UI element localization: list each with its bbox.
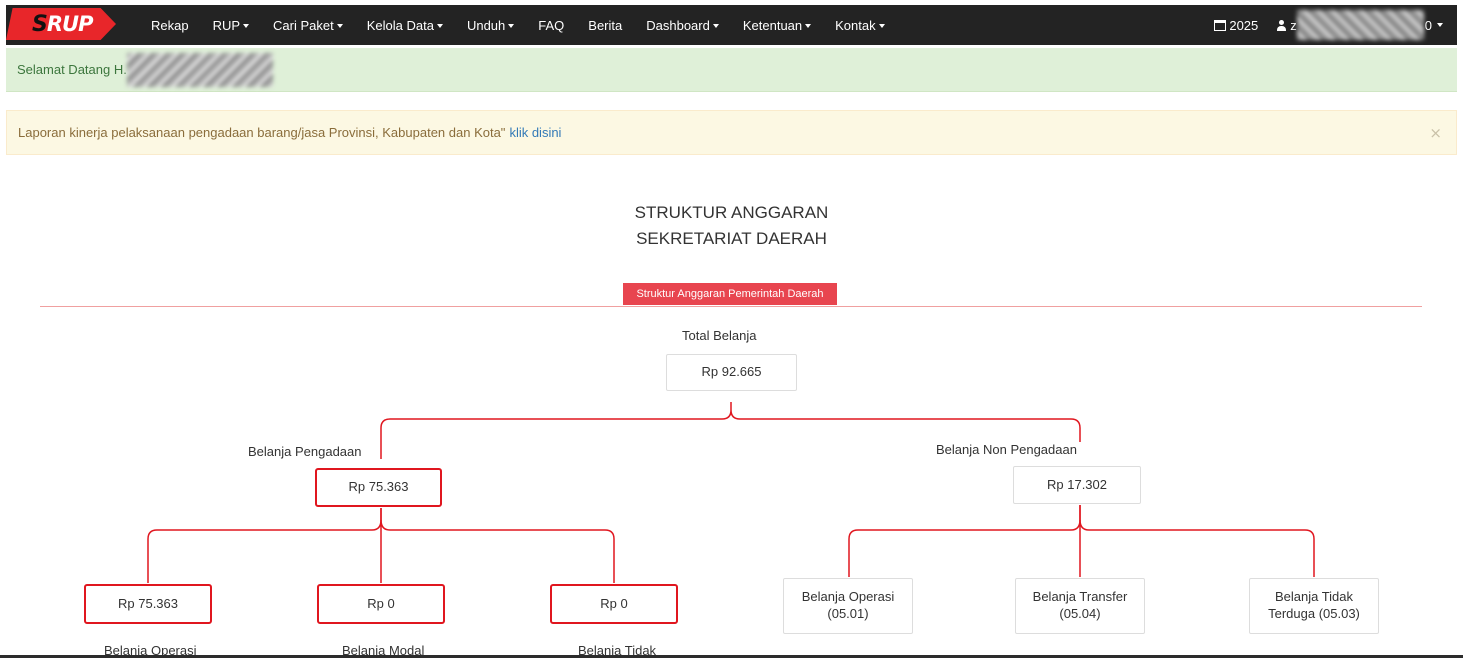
belanja-tidak-box[interactable]: Rp 0 — [550, 584, 678, 624]
box-line2: (05.04) — [1059, 606, 1101, 621]
total-belanja-box[interactable]: Rp 92.665 — [666, 354, 797, 391]
box-line2: (05.01) — [827, 606, 869, 621]
belanja-non-pengadaan-label: Belanja Non Pengadaan — [936, 442, 1077, 457]
belanja-non-pengadaan-box[interactable]: Rp 17.302 — [1013, 466, 1141, 504]
belanja-transfer-0504-box[interactable]: Belanja Transfer (05.04) — [1015, 578, 1145, 634]
belanja-modal-box[interactable]: Rp 0 — [317, 584, 445, 624]
box-line1: Belanja Transfer — [1032, 589, 1128, 605]
belanja-operasi-0501-box[interactable]: Belanja Operasi (05.01) — [783, 578, 913, 634]
box-line2: Terduga (05.03) — [1268, 606, 1360, 621]
total-belanja-label: Total Belanja — [682, 328, 757, 343]
box-line1: Belanja Operasi — [801, 589, 895, 605]
box-line1: Belanja Tidak — [1274, 589, 1354, 605]
belanja-pengadaan-box[interactable]: Rp 75.363 — [315, 468, 442, 507]
belanja-tidak-terduga-0503-box[interactable]: Belanja Tidak Terduga (05.03) — [1249, 578, 1379, 634]
belanja-pengadaan-label: Belanja Pengadaan — [248, 444, 362, 459]
belanja-operasi-box[interactable]: Rp 75.363 — [84, 584, 212, 624]
